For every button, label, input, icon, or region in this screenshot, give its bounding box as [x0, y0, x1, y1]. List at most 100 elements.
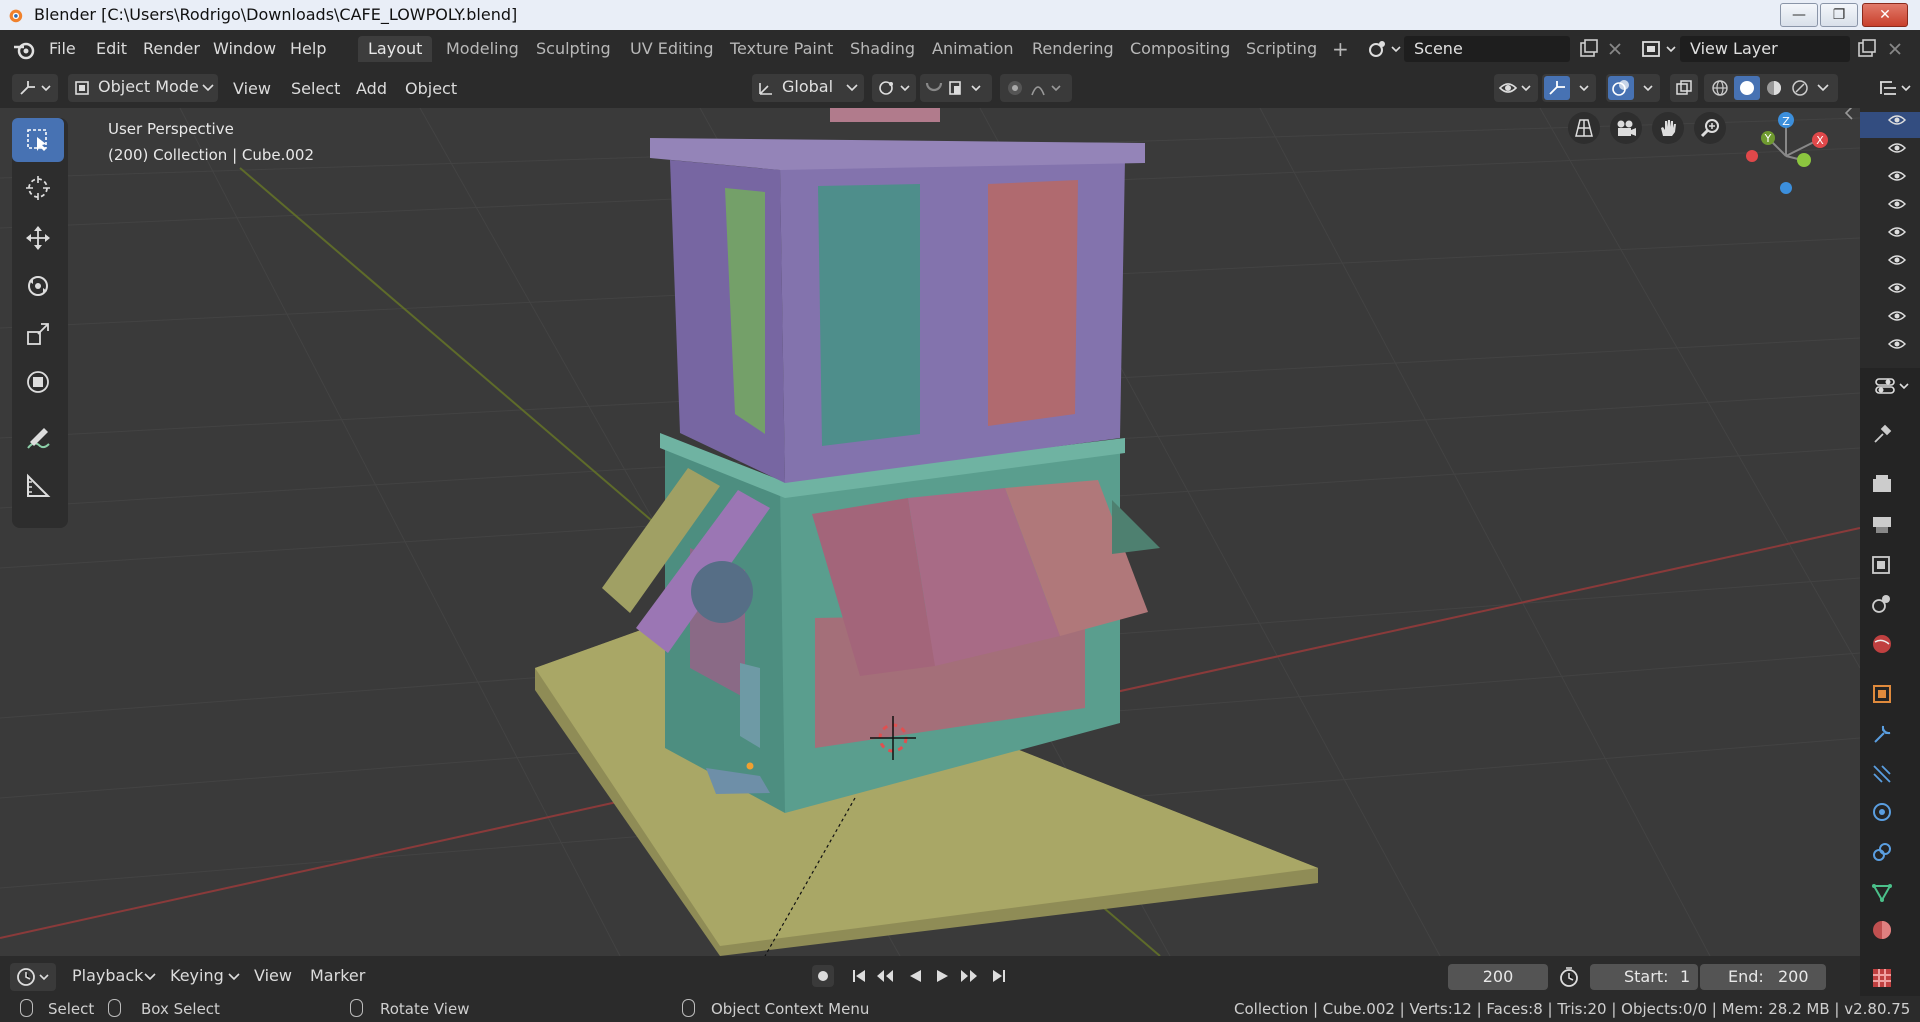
header-menu-object[interactable]: Object: [397, 76, 465, 102]
chevron-down-icon[interactable]: [144, 972, 156, 982]
tab-animation[interactable]: Animation: [922, 36, 1024, 62]
start-frame-field[interactable]: Start: 1: [1590, 964, 1698, 990]
visibility-eye-icon[interactable]: [1888, 142, 1906, 154]
close-button[interactable]: ✕: [1862, 3, 1908, 27]
restore-button[interactable]: ❐: [1820, 3, 1858, 27]
header-menu-add[interactable]: Add: [348, 76, 395, 102]
rendered-shading-icon[interactable]: [1790, 79, 1810, 97]
visibility-eye-icon[interactable]: [1888, 170, 1906, 182]
tab-uv-editing[interactable]: UV Editing: [620, 36, 723, 62]
minimize-button[interactable]: —: [1780, 3, 1818, 27]
scene-properties-icon[interactable]: [1870, 592, 1894, 616]
constraint-properties-icon[interactable]: [1870, 840, 1894, 864]
play-reverse-button[interactable]: [904, 965, 926, 987]
editor-type-button[interactable]: [12, 74, 58, 102]
shading-mode-selector[interactable]: [1704, 74, 1838, 102]
rotate-tool[interactable]: [12, 264, 64, 308]
tab-texture-paint[interactable]: Texture Paint: [720, 36, 843, 62]
move-tool[interactable]: [12, 216, 64, 260]
camera-view-button[interactable]: [1610, 112, 1642, 144]
world-properties-icon[interactable]: [1870, 632, 1894, 656]
tab-shading[interactable]: Shading: [840, 36, 925, 62]
tab-modeling[interactable]: Modeling: [436, 36, 529, 62]
tab-sculpting[interactable]: Sculpting: [526, 36, 621, 62]
new-scene-icon[interactable]: [1578, 38, 1600, 60]
annotate-tool[interactable]: [12, 416, 64, 460]
mode-dropdown[interactable]: Object Mode: [68, 74, 218, 102]
outliner-editor-icon[interactable]: [1878, 78, 1912, 98]
stopwatch-icon[interactable]: [1558, 966, 1580, 988]
timeline-menu-playback[interactable]: Playback: [72, 966, 143, 985]
object-properties-icon[interactable]: [1870, 682, 1894, 706]
add-workspace-button[interactable]: +: [1322, 36, 1359, 62]
modifier-properties-icon[interactable]: [1870, 722, 1894, 746]
physics-properties-icon[interactable]: [1870, 800, 1894, 824]
properties-editor-icon[interactable]: [1874, 376, 1910, 396]
menu-edit[interactable]: Edit: [96, 39, 127, 58]
tab-scripting[interactable]: Scripting: [1236, 36, 1327, 62]
menu-render[interactable]: Render: [143, 39, 200, 58]
delete-view-layer-icon[interactable]: [1886, 40, 1904, 58]
header-menu-view[interactable]: View: [225, 76, 279, 102]
visibility-eye-icon[interactable]: [1888, 254, 1906, 266]
tab-rendering[interactable]: Rendering: [1022, 36, 1124, 62]
snapping-controls[interactable]: [920, 74, 992, 102]
navigation-gizmo[interactable]: Z X Y: [1730, 108, 1842, 212]
menu-file[interactable]: File: [49, 39, 76, 58]
header-menu-select[interactable]: Select: [283, 76, 348, 102]
scale-tool[interactable]: [12, 312, 64, 356]
render-properties-icon[interactable]: [1870, 472, 1894, 496]
object-data-properties-icon[interactable]: [1870, 880, 1894, 904]
visibility-eye-icon[interactable]: [1888, 282, 1906, 294]
material-properties-icon[interactable]: [1870, 918, 1894, 942]
cursor-tool[interactable]: [12, 166, 64, 210]
visibility-dropdown[interactable]: [1494, 74, 1538, 102]
output-properties-icon[interactable]: [1870, 512, 1894, 536]
toggle-perspective-button[interactable]: [1568, 112, 1600, 144]
current-frame-field[interactable]: 200: [1448, 964, 1548, 990]
solid-shading-icon[interactable]: [1737, 79, 1757, 97]
measure-tool[interactable]: [12, 464, 64, 508]
tab-layout[interactable]: Layout: [358, 36, 433, 62]
visibility-eye-icon[interactable]: [1888, 338, 1906, 350]
chevron-down-icon[interactable]: [228, 972, 240, 982]
end-frame-field[interactable]: End: 200: [1700, 964, 1826, 990]
gizmo-toggle[interactable]: [1542, 74, 1596, 102]
chevron-down-icon[interactable]: [1816, 82, 1830, 94]
visibility-eye-icon[interactable]: [1888, 114, 1906, 126]
scene-name-field[interactable]: Scene: [1404, 36, 1570, 62]
menu-help[interactable]: Help: [290, 39, 326, 58]
play-button[interactable]: [932, 965, 954, 987]
material-shading-icon[interactable]: [1764, 79, 1784, 97]
next-keyframe-button[interactable]: [958, 965, 980, 987]
zoom-view-button[interactable]: [1694, 112, 1726, 144]
prev-keyframe-button[interactable]: [874, 965, 896, 987]
view-layer-name-field[interactable]: View Layer: [1680, 36, 1850, 62]
jump-end-button[interactable]: [988, 965, 1010, 987]
delete-scene-icon[interactable]: [1606, 40, 1624, 58]
record-button[interactable]: [812, 965, 834, 987]
visibility-eye-icon[interactable]: [1888, 226, 1906, 238]
timeline-menu-marker[interactable]: Marker: [310, 966, 365, 985]
view-layer-properties-icon[interactable]: [1870, 552, 1894, 576]
new-view-layer-icon[interactable]: [1856, 38, 1878, 60]
timeline-menu-keying[interactable]: Keying: [170, 966, 224, 985]
visibility-eye-icon[interactable]: [1888, 310, 1906, 322]
pivot-point-dropdown[interactable]: [872, 74, 916, 102]
select-box-tool[interactable]: [12, 118, 64, 162]
transform-orientation-dropdown[interactable]: Global: [752, 74, 864, 102]
pan-view-button[interactable]: [1652, 112, 1684, 144]
overlays-toggle[interactable]: [1606, 74, 1660, 102]
timeline-editor-type-button[interactable]: [10, 963, 56, 991]
menu-window[interactable]: Window: [213, 39, 276, 58]
proportional-editing-controls[interactable]: [1000, 74, 1072, 102]
scene-selector-icon[interactable]: [1366, 38, 1402, 60]
tab-compositing[interactable]: Compositing: [1120, 36, 1240, 62]
xray-toggle[interactable]: [1670, 74, 1698, 102]
timeline-menu-view[interactable]: View: [254, 966, 292, 985]
blender-menu-icon[interactable]: [12, 39, 36, 61]
3d-viewport[interactable]: User Perspective (200) Collection | Cube…: [0, 108, 1860, 956]
wireframe-shading-icon[interactable]: [1710, 79, 1730, 97]
transform-tool[interactable]: [12, 360, 64, 404]
view-layer-selector-icon[interactable]: [1640, 38, 1678, 60]
